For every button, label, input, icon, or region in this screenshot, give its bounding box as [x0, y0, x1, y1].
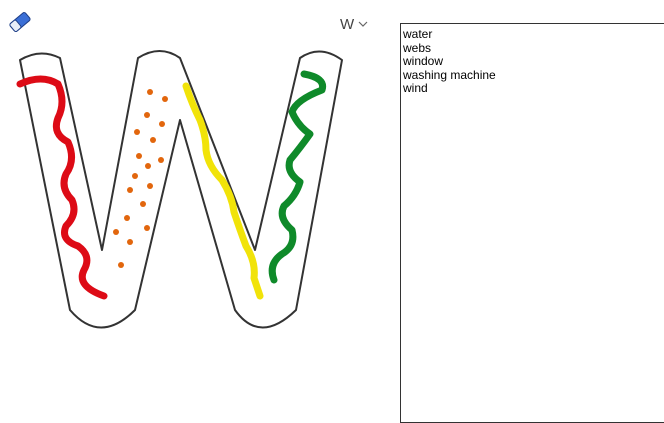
list-item[interactable]: webs: [403, 41, 664, 56]
eraser-icon: [9, 12, 31, 32]
word-list: water webs window washing machine wind: [403, 27, 664, 96]
orange-dots: [113, 89, 168, 268]
green-stroke: [268, 70, 327, 284]
letter-dropdown-value: W: [340, 15, 355, 33]
list-item[interactable]: window: [403, 54, 664, 69]
yellow-stroke: [182, 82, 264, 300]
drawing-canvas[interactable]: [0, 40, 380, 350]
letter-dropdown[interactable]: W: [340, 14, 368, 34]
chevron-down-icon: [358, 21, 368, 27]
list-item[interactable]: washing machine: [403, 68, 664, 83]
list-item[interactable]: wind: [403, 81, 664, 96]
red-stroke: [16, 75, 108, 300]
list-item[interactable]: water: [403, 27, 664, 42]
eraser-button[interactable]: [6, 8, 34, 36]
word-list-panel[interactable]: water webs window washing machine wind: [400, 23, 664, 423]
